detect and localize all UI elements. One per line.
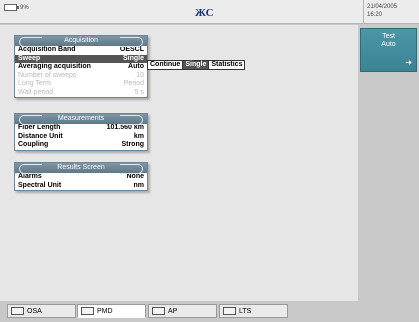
datetime: 21/04/2005 16:20 [363,0,419,24]
row-value: Auto [128,63,144,70]
wait-period-row: Wait period 5 s [15,89,147,98]
row-value: None [126,173,145,180]
alarms-row[interactable]: Alarms None [15,173,147,182]
row-label: Wait period [18,88,54,96]
row-label: Number of sweeps [18,71,77,79]
row-label: Coupling [18,141,49,148]
test-auto-button[interactable]: Test Auto ➜ [360,28,417,72]
battery-icon [4,4,19,11]
pmd-icon [81,307,94,315]
svg-text:ЖС: ЖС [195,7,214,19]
ap-icon [152,307,165,315]
auto-label: Auto [381,41,396,48]
tab-lts[interactable]: LTS [219,304,288,318]
row-value: 5 s [134,88,144,96]
row-label: Sweep [18,54,41,62]
sweep-options-popup: Continue Single Statistics [147,60,246,70]
row-label: Fiber Length [18,124,61,131]
osa-icon [11,307,24,315]
tab-label: OSA [27,307,42,315]
distance-unit-row[interactable]: Distance Unit km [15,133,147,142]
exfo-logo: ЖС [195,7,214,19]
row-label: Alarms [18,173,42,180]
row-label: Spectral Unit [18,181,62,189]
tab-osa[interactable]: OSA [7,304,76,318]
results-screen-panel: Results Screen Alarms None Spectral Unit… [14,162,148,191]
acquisition-header[interactable]: Acquisition [15,36,147,47]
row-value: km [133,132,144,140]
row-value: 10 [136,71,144,79]
battery-level: 9% [20,4,29,11]
module-tab-bar: OSA PMD AP LTS [0,301,419,322]
arrow-icon: ➜ [405,58,412,67]
tab-ap[interactable]: AP [148,304,217,318]
row-value: 101.560 km [106,124,144,131]
long-term-row: Long Term Period [15,80,147,89]
sweep-row[interactable]: Sweep Single [15,54,147,63]
averaging-row[interactable]: Averaging acquisition Auto [15,63,147,72]
acquisition-band-row[interactable]: Acquisition Band OESCL [15,46,147,55]
row-label: Long Term [18,80,51,87]
measurements-header[interactable]: Measurements [15,114,147,125]
sweep-option-statistics[interactable]: Statistics [209,61,244,69]
coupling-row[interactable]: Coupling Strong [15,141,147,150]
time-text: 16:20 [367,12,383,18]
tab-label: PMD [97,307,113,315]
row-label: Acquisition Band [18,46,76,53]
number-of-sweeps-row: Number of sweeps 10 [15,72,147,81]
date-text: 21/04/2005 [367,4,398,10]
row-value: Single [122,54,144,62]
tab-label: LTS [239,307,252,315]
sweep-option-single[interactable]: Single [183,61,210,69]
acquisition-panel: Acquisition Acquisition Band OESCL Sweep… [14,35,148,98]
sweep-option-continue[interactable]: Continue [148,61,184,69]
row-value: nm [133,181,145,189]
row-value: OESCL [119,46,144,53]
row-label: Averaging acquisition [18,63,91,70]
battery-indicator: 9% [4,4,29,11]
tab-pmd[interactable]: PMD [77,304,146,318]
lts-icon [223,307,236,315]
status-bar: 9% ЖС 21/04/2005 16:20 [0,0,419,24]
tab-label: AP [168,307,178,315]
results-screen-header[interactable]: Results Screen [15,163,147,174]
row-value: Strong [121,141,144,148]
fiber-length-row[interactable]: Fiber Length 101.560 km [15,124,147,133]
test-label: Test [382,33,395,40]
spectral-unit-row[interactable]: Spectral Unit nm [15,182,147,191]
right-side-panel: Test Auto ➜ [359,25,419,301]
measurements-panel: Measurements Fiber Length 101.560 km Dis… [14,113,148,151]
row-value: Period [123,80,144,87]
row-label: Distance Unit [18,132,63,140]
